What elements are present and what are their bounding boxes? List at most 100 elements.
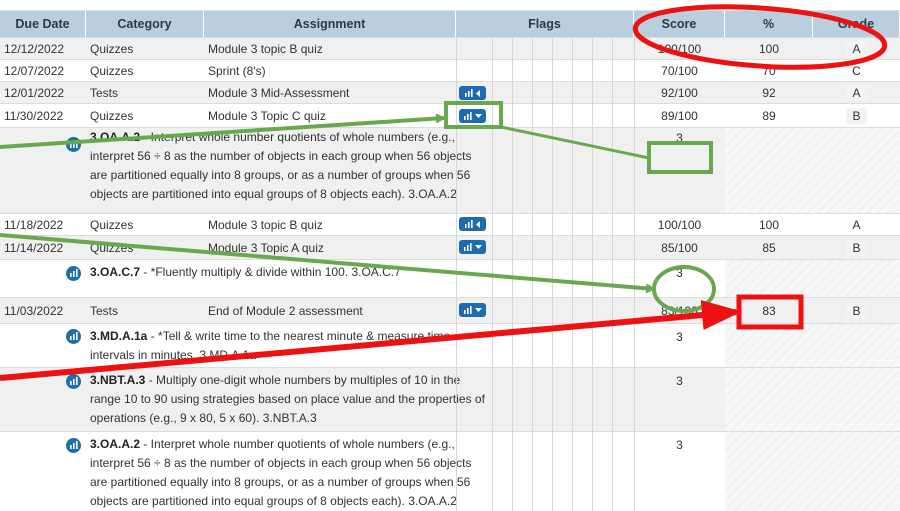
standard-icon [66,374,81,389]
table-row[interactable]: 12/01/2022 Tests Module 3 Mid-Assessment… [0,81,900,103]
flag-column-divider [634,37,635,511]
standard-text: - *Fluently multiply & divide within 100… [140,265,401,279]
hatched-area [725,432,900,511]
due-date: 12/12/2022 [4,41,65,56]
hatched-area [725,324,900,367]
standard-code: 3.OA.A.2 [90,130,141,144]
standards-toggle-button[interactable] [459,303,486,317]
percent: 100 [758,217,780,232]
standard-score: 3 [676,438,683,452]
top-strip [0,0,900,11]
standard-description: 3.NBT.A.3 - Multiply one-digit whole num… [90,371,490,428]
assignment-name[interactable]: Module 3 topic B quiz [204,214,456,235]
score: 70/100 [661,63,698,78]
standards-toggle-button[interactable] [459,109,486,123]
flag-column-divider [592,37,593,511]
due-date: 12/01/2022 [4,85,65,100]
standard-code: 3.OA.C.7 [90,265,141,279]
grade: B [813,104,900,127]
due-date: 11/30/2022 [4,108,64,123]
hatched-area [725,260,900,297]
standards-toggle-button[interactable] [459,217,486,231]
standard-description: 3.OA.A.2 - Interpret whole number quotie… [90,128,490,204]
due-date: 12/07/2022 [4,63,65,78]
category: Quizzes [90,41,134,56]
due-date: 11/14/2022 [4,240,64,255]
category: Quizzes [90,63,134,78]
score: 92/100 [661,85,698,100]
bar-chart-icon [463,306,472,314]
standard-score: 3 [676,374,683,388]
table-row[interactable]: 12/12/2022 Quizzes Module 3 topic B quiz… [0,37,900,59]
score: 100/100 [657,41,702,56]
assignment-name[interactable]: Module 3 Mid-Assessment [204,82,456,103]
hatched-area [725,128,900,213]
header-flags: Flags [456,11,634,37]
standard-icon [66,266,81,281]
header-due-date[interactable]: Due Date [0,11,86,37]
table-row[interactable]: 11/30/2022 Quizzes Module 3 Topic C quiz… [0,103,900,127]
assignment-name[interactable]: End of Module 2 assessment [204,298,456,323]
assignment-name[interactable]: Module 3 Topic A quiz [204,236,456,259]
grade-value: B [846,107,867,124]
bar-chart-icon [463,243,472,251]
standard-score: 3 [676,330,683,344]
category: Quizzes [90,240,134,255]
score: 83/100 [661,303,698,318]
grade-value: C [852,63,861,78]
grade: A [813,214,900,235]
standards-toggle-button[interactable] [459,240,486,254]
caret-left-icon [475,89,480,97]
percent: 70 [762,63,776,78]
flag-column-divider [572,37,573,511]
percent: 92 [762,85,776,100]
grade-value: A [846,40,867,57]
caret-down-icon [474,113,482,118]
standards-toggle-button[interactable] [459,86,486,100]
grade-value: A [852,217,861,232]
flag-column-divider [552,37,553,511]
grade-value: B [846,302,867,319]
standard-row: 3.OA.A.2 - Interpret whole number quotie… [0,431,900,511]
assignment-name[interactable]: Sprint (8's) [204,60,456,81]
category: Tests [90,303,119,318]
table-row[interactable]: 11/18/2022 Quizzes Module 3 topic B quiz… [0,213,900,235]
standard-code: 3.NBT.A.3 [90,373,146,387]
score: 85/100 [661,240,698,255]
assignment-name[interactable]: Module 3 Topic C quiz [204,104,456,127]
header-category[interactable]: Category [86,11,204,37]
grade: B [813,298,900,323]
grade: A [813,38,900,59]
header-grade[interactable]: Grade [813,11,900,37]
standard-row: 3.OA.C.7 - *Fluently multiply & divide w… [0,259,900,297]
standard-text: - Interpret whole number quotients of wh… [90,437,472,508]
percent: 89 [762,108,776,123]
standard-description: 3.OA.C.7 - *Fluently multiply & divide w… [90,263,490,282]
flag-column-divider [532,37,533,511]
header-score[interactable]: Score [634,11,725,37]
standard-code: 3.MD.A.1a [90,329,148,343]
flag-column-divider [512,37,513,511]
assignment-name[interactable]: Module 3 topic B quiz [204,38,456,59]
percent: 85 [762,240,776,255]
header-percent[interactable]: % [725,11,813,37]
caret-left-icon [475,220,480,228]
standard-icon [66,137,81,152]
percent: 83 [762,303,776,318]
grade: B [813,236,900,259]
header-assignment[interactable]: Assignment [204,11,456,37]
standard-text: - Interpret whole number quotients of wh… [90,130,472,201]
flag-column-divider [492,37,493,511]
table-row[interactable]: 12/07/2022 Quizzes Sprint (8's) 70/100 7… [0,59,900,81]
standard-row: 3.NBT.A.3 - Multiply one-digit whole num… [0,367,900,431]
standard-icon [66,329,81,344]
caret-down-icon [474,307,482,312]
bar-chart-icon [464,89,473,97]
flag-column-divider [456,37,457,511]
grade: A [813,82,900,103]
bar-chart-icon [463,112,472,120]
table-row[interactable]: 11/14/2022 Quizzes Module 3 Topic A quiz… [0,235,900,259]
caret-down-icon [474,244,482,249]
table-row[interactable]: 11/03/2022 Tests End of Module 2 assessm… [0,297,900,323]
category: Quizzes [90,108,134,123]
